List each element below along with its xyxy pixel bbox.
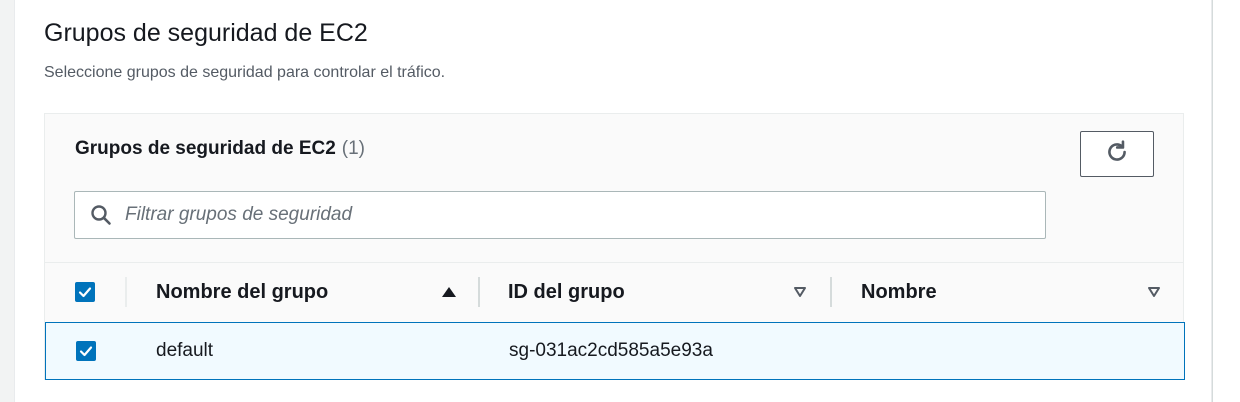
column-header-group-name[interactable]: Nombre del grupo xyxy=(156,280,328,304)
table-heading: Grupos de seguridad de EC2 (1) xyxy=(75,137,365,161)
cell-group-name: default xyxy=(156,340,214,361)
table-count: (1) xyxy=(341,138,366,159)
caret-down-outline-icon[interactable] xyxy=(791,283,809,301)
refresh-icon xyxy=(1104,139,1130,170)
search-icon xyxy=(89,203,113,227)
section-description: Seleccione grupos de seguridad para cont… xyxy=(44,64,446,81)
search-input[interactable] xyxy=(123,194,1027,236)
column-header-name[interactable]: Nombre xyxy=(861,280,937,304)
side-panel-edge xyxy=(1212,0,1240,402)
table-heading-label: Grupos de seguridad de EC2 xyxy=(75,138,336,159)
search-box xyxy=(74,191,1046,239)
column-divider[interactable] xyxy=(830,277,832,307)
section-title: Grupos de seguridad de EC2 xyxy=(44,19,368,47)
caret-down-outline-icon[interactable] xyxy=(1145,283,1163,301)
row-checkbox[interactable] xyxy=(76,341,96,361)
checkmark-icon xyxy=(79,346,93,357)
caret-up-filled-icon[interactable] xyxy=(440,283,458,301)
cell-group-id: sg-031ac2cd585a5e93a xyxy=(509,340,713,361)
column-header-group-id[interactable]: ID del grupo xyxy=(508,280,625,304)
column-divider xyxy=(125,277,127,307)
checkmark-icon xyxy=(78,287,92,298)
column-divider[interactable] xyxy=(478,277,480,307)
select-all-checkbox[interactable] xyxy=(75,282,95,302)
security-groups-table: Grupos de seguridad de EC2 (1) Filtrar g… xyxy=(44,113,1185,380)
table-header-row: Nombre del grupo ID del grupo Nombre xyxy=(45,262,1183,320)
refresh-button[interactable] xyxy=(1080,131,1154,177)
table-row[interactable]: default sg-031ac2cd585a5e93a xyxy=(45,322,1185,380)
security-groups-panel: Grupos de seguridad de EC2 Seleccione gr… xyxy=(14,0,1212,402)
